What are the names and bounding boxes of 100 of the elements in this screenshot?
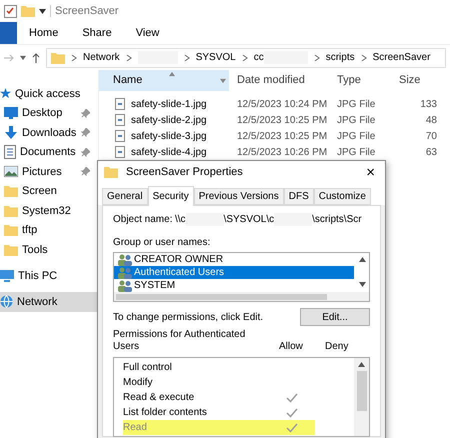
section-label: Group or user names:: [113, 236, 212, 250]
permission-name: Modify: [123, 376, 154, 390]
table-cell-text: safety-slide-3.jpg: [131, 130, 207, 144]
chevron-icon: [126, 54, 132, 60]
breadcrumb-item[interactable]: SYSVOL: [196, 50, 236, 65]
permission-name: List folder contents: [123, 406, 208, 420]
group-list-item[interactable]: CREATOR OWNER: [114, 253, 354, 266]
object-path-text: \scripts\Scr: [312, 213, 362, 227]
breadcrumb-item[interactable]: ScreenSaver: [372, 50, 430, 65]
sidebar-item[interactable]: Desktop: [0, 104, 98, 123]
sidebar-item[interactable]: Documents: [0, 142, 98, 162]
properties-icon[interactable]: [4, 4, 17, 18]
window-title: ScreenSaver: [55, 4, 119, 19]
breadcrumb-item[interactable]: scripts: [326, 50, 355, 65]
ribbon-tab[interactable]: View: [124, 22, 172, 44]
image-file-icon: [115, 114, 125, 126]
column-header[interactable]: Size: [395, 72, 420, 89]
desktop-icon: [4, 107, 18, 120]
up-arrow-icon[interactable]: [32, 52, 40, 62]
pin-icon: [81, 108, 90, 118]
object-path-text: \\c: [175, 213, 186, 227]
table-cell: 12/5/2023 10:24 PM: [237, 98, 328, 110]
table-cell: JPG File: [337, 130, 376, 142]
object-path-text: \SYSVOL\c: [224, 213, 274, 227]
star-icon: [0, 88, 11, 100]
chevron-icon: [71, 54, 77, 60]
recent-caret-icon[interactable]: [20, 54, 26, 60]
group-list-item[interactable]: SYSTEM: [114, 279, 354, 292]
table-cell: 12/5/2023 10:26 PM: [237, 146, 328, 158]
sidebar-item[interactable]: Network: [0, 292, 98, 312]
ribbon-tab[interactable]: Home: [17, 22, 70, 44]
table-cell-text: safety-slide-2.jpg: [131, 114, 207, 128]
horizontal-scrollbar[interactable]: [114, 292, 369, 301]
permission-name: Read & execute: [123, 391, 196, 405]
dropdown-caret-icon[interactable]: [39, 8, 46, 14]
breadcrumb-item[interactable]: Network: [83, 50, 120, 65]
ribbon-tab[interactable]: Share: [70, 22, 124, 44]
table-cell-text: safety-slide-4.jpg: [131, 146, 207, 160]
table-cell: JPG File: [337, 98, 376, 110]
sidebar-item[interactable]: This PC: [0, 266, 98, 286]
scroll-up-icon[interactable]: [358, 361, 365, 368]
vertical-scrollbar[interactable]: [354, 358, 369, 436]
table-cell: 63: [426, 146, 437, 158]
scroll-up-icon[interactable]: [359, 256, 366, 263]
table-cell: 133: [420, 98, 437, 110]
network-icon: [0, 295, 13, 308]
group-list-item[interactable]: Authenticated Users: [114, 266, 354, 279]
dialog-tab[interactable]: General: [102, 188, 148, 205]
scroll-down-icon[interactable]: [359, 281, 366, 288]
image-file-icon: [115, 146, 125, 158]
sidebar-item[interactable]: Pictures: [0, 162, 98, 182]
users-icon: [118, 280, 132, 292]
close-button[interactable]: ×: [362, 164, 379, 180]
users-icon: [118, 266, 132, 278]
column-header[interactable]: Date modified: [229, 72, 331, 89]
column-caret-icon: [220, 78, 226, 84]
sort-arrow-icon: [169, 71, 175, 77]
chevron-icon: [184, 54, 190, 60]
image-file-icon: [115, 98, 125, 110]
sidebar-item[interactable]: Quick access: [0, 84, 98, 104]
sidebar-item[interactable]: Tools: [0, 240, 98, 260]
dialog-tab[interactable]: Customize: [314, 188, 371, 205]
permission-name: Full control: [123, 361, 173, 375]
sidebar-item[interactable]: Downloads: [0, 123, 98, 142]
breadcrumb-item[interactable]: cc: [254, 50, 264, 65]
dialog-tab[interactable]: Previous Versions: [194, 188, 284, 205]
chevron-icon: [314, 54, 320, 60]
section-label: Permissions for Authenticated Users: [113, 329, 246, 353]
folder-icon: [4, 185, 18, 198]
folder-icon: [51, 52, 65, 64]
hint-text: To change permissions, click Edit.: [113, 310, 264, 324]
pin-icon: [81, 128, 90, 138]
table-cell-text: safety-slide-1.jpg: [131, 98, 207, 112]
folder-icon: [21, 5, 35, 17]
pin-icon: [81, 167, 90, 176]
edit-button[interactable]: Edit...: [300, 308, 370, 326]
image-file-icon: [115, 130, 125, 142]
permission-name: Read: [123, 420, 269, 435]
dialog-tab[interactable]: Security: [148, 186, 194, 206]
sidebar-item[interactable]: tftp: [0, 220, 98, 240]
picture-icon: [4, 166, 18, 178]
table-cell: JPG File: [337, 146, 376, 158]
dialog-tab[interactable]: DFS: [284, 188, 314, 205]
column-header: Allow: [278, 341, 304, 353]
computer-icon: [0, 270, 14, 282]
pin-icon: [81, 148, 90, 157]
download-arrow-icon: [4, 126, 18, 140]
folder-icon: [104, 166, 118, 178]
column-header: Deny: [324, 341, 348, 353]
sidebar-item[interactable]: System32: [0, 201, 98, 220]
table-cell: JPG File: [337, 114, 376, 126]
table-cell: 12/5/2023 10:25 PM: [237, 114, 328, 126]
field-label: Object name:: [113, 213, 174, 227]
folder-icon: [4, 244, 18, 256]
folder-icon: [4, 224, 18, 236]
column-header[interactable]: Type: [331, 72, 395, 89]
address-bar[interactable]: Network SYSVOL cc scripts ScreenSaver: [46, 48, 446, 68]
table-cell: 48: [426, 114, 437, 126]
column-header[interactable]: Name: [99, 70, 229, 91]
sidebar-item[interactable]: Screen: [0, 182, 98, 201]
